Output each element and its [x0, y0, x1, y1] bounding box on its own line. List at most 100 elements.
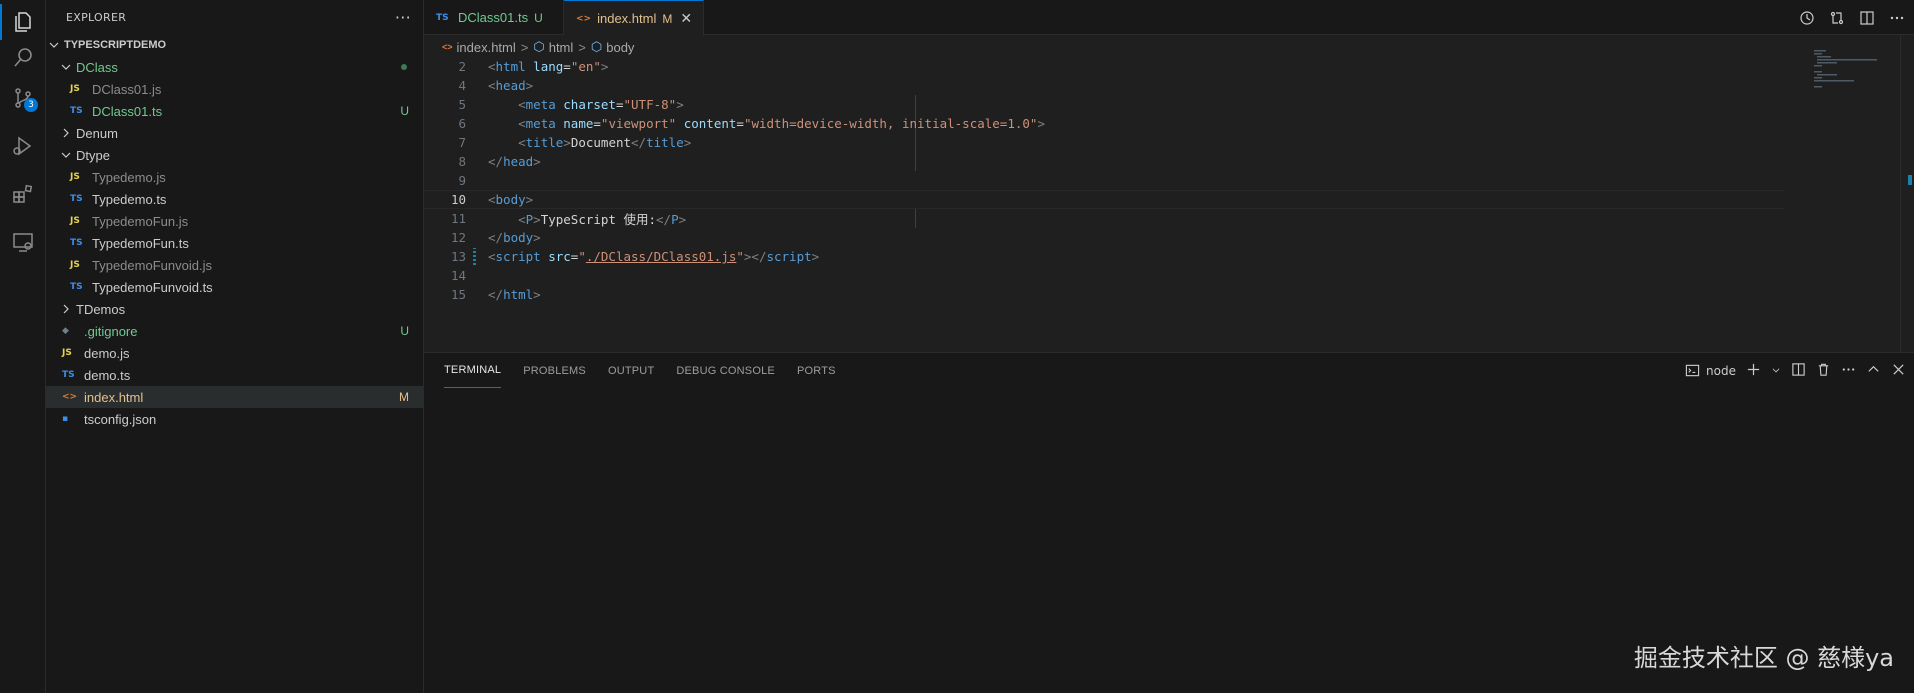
file-dclass01-js[interactable]: JS DClass01.js — [46, 78, 423, 100]
close-tab-icon[interactable]: ✕ — [680, 10, 692, 27]
tab-ports[interactable]: PORTS — [797, 353, 836, 388]
tab-dclass01-ts[interactable]: TS DClass01.ts U — [424, 0, 564, 35]
gutter — [473, 153, 476, 170]
file-label: Typedemo.js — [92, 169, 166, 185]
line-number: 12 — [450, 230, 466, 245]
folder-dclass[interactable]: DClass — [46, 56, 423, 78]
remote-explorer-icon[interactable] — [0, 220, 46, 264]
js-file-icon: JS — [62, 348, 72, 358]
html-file-icon: <> — [62, 392, 78, 402]
gutter — [473, 286, 476, 303]
file-gitignore[interactable]: ◆ .gitignore U — [46, 320, 423, 342]
tab-terminal[interactable]: TERMINAL — [444, 353, 502, 388]
ts-file-icon: TS — [70, 282, 83, 292]
code-line: 5 <meta charset="UTF-8"> — [424, 95, 1784, 114]
line-number: 8 — [458, 154, 466, 169]
line-number: 14 — [450, 268, 466, 283]
code-line: 12 </body> — [424, 228, 1784, 247]
folder-denum[interactable]: Denum — [46, 122, 423, 144]
folder-label: DClass — [76, 59, 118, 75]
line-number: 9 — [458, 173, 466, 188]
split-terminal-icon[interactable] — [1791, 362, 1806, 380]
git-status-untracked: U — [400, 104, 409, 118]
code-line-current: 10 <body> — [424, 190, 1784, 209]
activity-bar: 3 — [0, 0, 46, 693]
line-source: <meta charset="UTF-8"> — [518, 97, 684, 112]
more-actions-icon[interactable] — [1888, 9, 1906, 27]
file-demo-js[interactable]: JS demo.js — [46, 342, 423, 364]
folder-tdemos[interactable]: TDemos — [46, 298, 423, 320]
tab-debug-console[interactable]: DEBUG CONSOLE — [676, 353, 775, 388]
bottom-panel: TERMINAL PROBLEMS OUTPUT DEBUG CONSOLE P… — [424, 352, 1914, 693]
explorer-header: EXPLORER ··· — [46, 0, 423, 35]
file-tsconfig-json[interactable]: ▪ tsconfig.json — [46, 408, 423, 430]
editor-scrollbar[interactable] — [1900, 35, 1914, 353]
source-control-icon[interactable]: 3 — [0, 76, 46, 120]
code-line: 15 </html> — [424, 285, 1784, 304]
file-label: tsconfig.json — [84, 411, 157, 427]
gutter — [473, 134, 476, 151]
more-actions-icon[interactable] — [1841, 362, 1856, 380]
timeline-icon[interactable] — [1798, 9, 1816, 27]
file-label: index.html — [84, 389, 144, 405]
tab-problems[interactable]: PROBLEMS — [523, 353, 586, 388]
scroll-change-marker — [1908, 175, 1912, 185]
panel-actions: node — [1685, 353, 1906, 388]
minimap[interactable] — [1814, 50, 1904, 90]
split-editor-icon[interactable] — [1858, 9, 1876, 27]
untracked-dot — [401, 64, 407, 70]
file-label: DClass01.ts — [92, 103, 163, 119]
code-line: 9 — [424, 171, 1784, 190]
maximize-panel-icon[interactable] — [1866, 362, 1881, 380]
file-typedemofunvoid-js[interactable]: JS TypedemoFunvoid.js — [46, 254, 423, 276]
code-line: 6 <meta name="viewport" content="width=d… — [424, 114, 1784, 133]
js-file-icon: JS — [70, 84, 80, 94]
ts-file-icon: TS — [70, 238, 83, 248]
file-dclass01-ts[interactable]: TS DClass01.ts U — [46, 100, 423, 122]
compare-changes-icon[interactable] — [1828, 9, 1846, 27]
gutter — [473, 191, 476, 208]
breadcrumb-html[interactable]: html — [549, 40, 574, 55]
file-typedemo-ts[interactable]: TS Typedemo.ts — [46, 188, 423, 210]
line-source: <html lang="en"> — [488, 59, 609, 74]
line-source: </head> — [488, 154, 541, 169]
new-terminal-icon[interactable] — [1746, 362, 1761, 380]
gutter — [473, 229, 476, 246]
line-number: 10 — [450, 192, 466, 207]
trash-icon[interactable] — [1816, 362, 1831, 380]
more-actions-icon[interactable]: ··· — [395, 8, 411, 27]
file-demo-ts[interactable]: TS demo.ts — [46, 364, 423, 386]
breadcrumb-body[interactable]: body — [606, 40, 634, 55]
breadcrumb-file[interactable]: index.html — [457, 40, 516, 55]
chevron-down-icon[interactable] — [1771, 364, 1781, 378]
extensions-icon[interactable] — [0, 172, 46, 216]
chevron-right-icon — [60, 127, 72, 139]
terminal-selector[interactable]: node — [1685, 363, 1736, 378]
file-label: demo.ts — [84, 367, 131, 383]
search-icon[interactable] — [0, 36, 46, 80]
line-number: 13 — [450, 249, 466, 264]
workspace-root[interactable]: TYPESCRIPTDEMO — [46, 34, 423, 56]
file-typedemofunvoid-ts[interactable]: TS TypedemoFunvoid.ts — [46, 276, 423, 298]
tab-label: DClass01.ts — [458, 10, 529, 25]
line-number: 11 — [450, 211, 466, 226]
code-line: 8 </head> — [424, 152, 1784, 171]
html-file-icon: <> — [576, 13, 592, 24]
gutter — [473, 77, 476, 94]
chevron-down-icon — [48, 39, 60, 51]
run-debug-icon[interactable] — [0, 124, 46, 168]
tab-output[interactable]: OUTPUT — [608, 353, 654, 388]
tab-index-html[interactable]: <> index.html M ✕ — [564, 0, 704, 36]
panel-scrollbar[interactable] — [1900, 361, 1914, 391]
file-typedemofun-js[interactable]: JS TypedemoFun.js — [46, 210, 423, 232]
line-source: <title>Document</title> — [518, 135, 692, 150]
watermark: 掘金技术社区 @ 慈様ya — [1633, 644, 1894, 672]
file-typedemofun-ts[interactable]: TS TypedemoFun.ts — [46, 232, 423, 254]
line-source: <head> — [488, 78, 534, 93]
folder-dtype[interactable]: Dtype — [46, 144, 423, 166]
file-typedemo-js[interactable]: JS Typedemo.js — [46, 166, 423, 188]
file-label: TypedemoFunvoid.js — [92, 257, 212, 273]
code-line: 11 <P>TypeScript 使用:</P> — [424, 209, 1784, 228]
file-index-html[interactable]: <> index.html M — [46, 386, 423, 408]
line-source: <meta name="viewport" content="width=dev… — [518, 116, 1045, 131]
